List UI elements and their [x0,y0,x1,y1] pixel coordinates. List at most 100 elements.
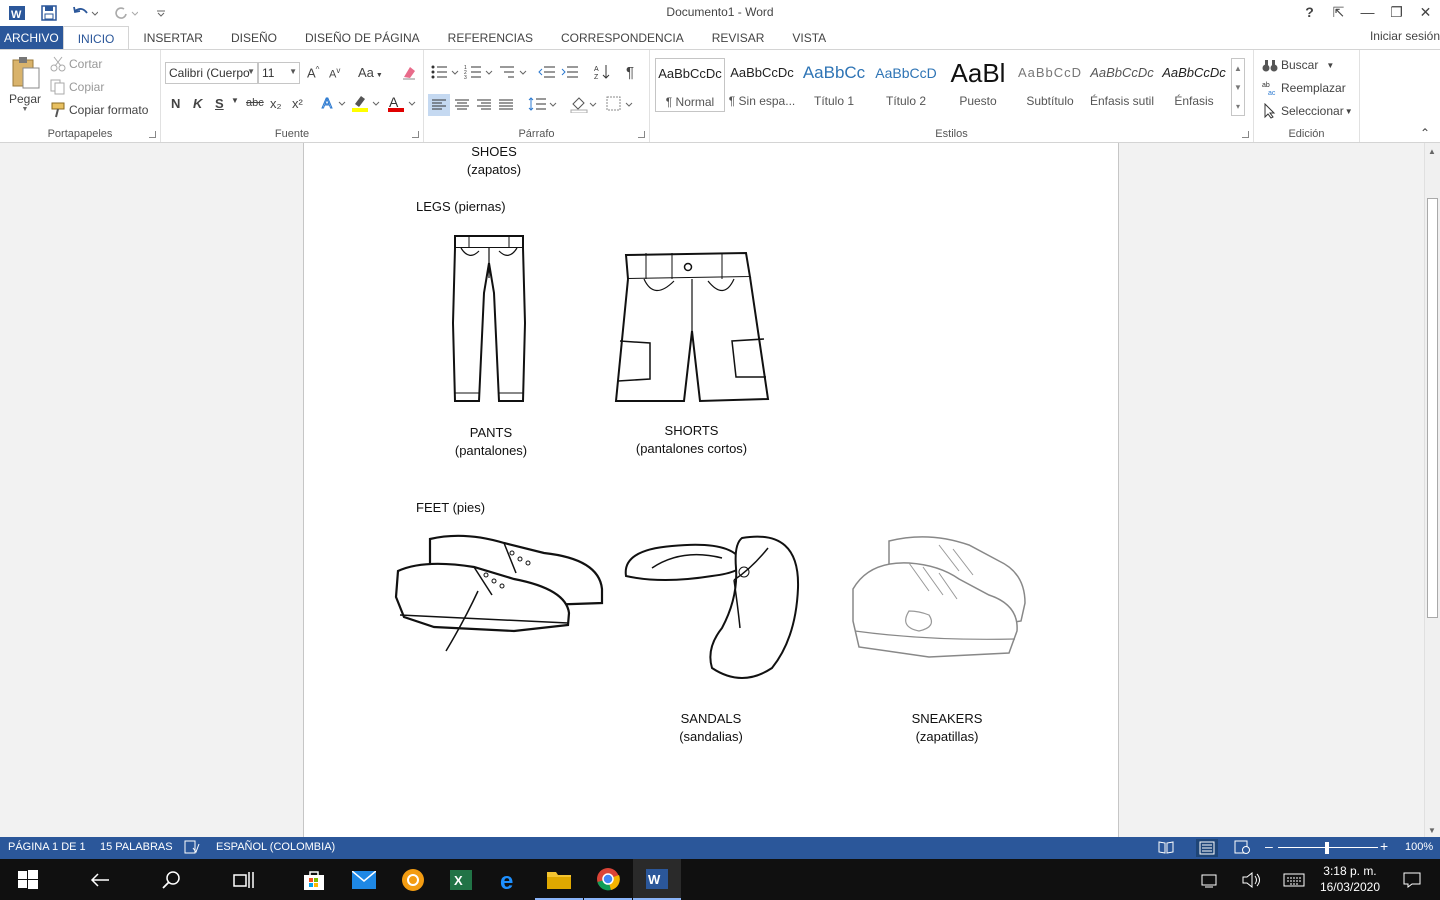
change-case-button[interactable]: Aa ▼ [358,65,383,80]
tab-revisar[interactable]: REVISAR [698,26,779,50]
bold-button[interactable]: N [171,96,180,111]
sneakers-image[interactable] [849,531,1029,670]
chrome-app[interactable] [584,859,632,900]
tab-correspondencia[interactable]: CORRESPONDENCIA [547,26,698,50]
numbering-icon[interactable]: 123 [464,64,494,83]
underline-button[interactable]: S [215,96,224,111]
replace-button[interactable]: ab ac Reemplazar [1262,80,1346,96]
superscript-button[interactable]: x² [292,96,303,111]
print-layout-icon[interactable] [1196,839,1218,857]
help-button[interactable]: ? [1295,0,1324,24]
scroll-up-icon[interactable]: ▲ [1428,147,1436,156]
shading-icon[interactable] [570,95,600,116]
multilevel-list-icon[interactable] [498,64,528,83]
avast-app[interactable] [389,859,437,900]
document-page[interactable]: LEGS (piernas) PANTS (pantalones) SHORTS… [303,143,1119,837]
back-button[interactable] [76,859,124,900]
vertical-scrollbar[interactable]: ▲ ▼ [1424,143,1440,837]
grow-font-button[interactable]: A^ [307,65,319,80]
language-indicator[interactable]: ESPAÑOL (COLOMBIA) [216,841,335,853]
align-left-icon[interactable] [428,94,450,116]
collapse-ribbon-icon[interactable]: ⌃ [1420,126,1430,140]
notifications-button[interactable] [1392,859,1432,900]
tab-vista[interactable]: VISTA [778,26,840,50]
line-spacing-icon[interactable] [528,96,558,115]
subscript-button[interactable]: x₂ [270,96,282,111]
tab-diseno[interactable]: DISEÑO [217,26,291,50]
clipboard-dialog-launcher[interactable] [149,131,156,138]
bullets-icon[interactable] [430,64,460,83]
format-painter-button[interactable]: Copiar formato [50,102,148,118]
shrink-font-button[interactable]: Av [329,66,340,81]
font-color-icon[interactable]: A [387,94,417,115]
style-heading-2[interactable]: AaBbCcD Título 2 [871,58,941,112]
task-view-button[interactable] [220,859,268,900]
align-center-icon[interactable] [454,97,470,116]
network-tray[interactable] [1190,859,1230,900]
font-size-combo[interactable]: 11 ▼ [258,62,300,84]
style-emphasis[interactable]: AaBbCcDc Énfasis [1159,58,1229,112]
clock[interactable]: 3:18 p. m. 16/03/2020 [1320,863,1380,895]
borders-icon[interactable] [606,96,636,115]
paragraph-dialog-launcher[interactable] [638,131,645,138]
page-count[interactable]: PÁGINA 1 DE 1 [8,841,86,853]
tab-archivo[interactable]: ARCHIVO [0,26,63,50]
text-effects-icon[interactable]: A [321,94,347,115]
font-family-combo[interactable]: Calibri (Cuerpo ▼ [165,62,258,84]
show-formatting-marks-button[interactable]: ¶ [626,64,634,81]
style-heading-1[interactable]: AaBbCc Título 1 [799,58,869,112]
mail-app[interactable] [340,859,388,900]
tab-insertar[interactable]: INSERTAR [129,26,217,50]
style-no-spacing[interactable]: AaBbCcDc ¶ Sin espa... [727,58,797,112]
tab-diseno-de-pagina[interactable]: DISEÑO DE PÁGINA [291,26,434,50]
proofing-icon[interactable] [184,840,200,857]
close-button[interactable]: ✕ [1411,0,1440,24]
zoom-out-button[interactable]: – [1265,838,1273,854]
tab-referencias[interactable]: REFERENCIAS [434,26,547,50]
zoom-in-button[interactable]: + [1380,838,1388,854]
decrease-indent-icon[interactable] [538,64,556,83]
style-title[interactable]: AaBl Puesto [943,58,1013,112]
cut-button[interactable]: Cortar [50,56,102,72]
align-right-icon[interactable] [476,97,492,116]
style-subtle-emphasis[interactable]: AaBbCcDc Énfasis sutil [1087,58,1157,112]
read-mode-icon[interactable] [1158,840,1174,857]
justify-icon[interactable] [498,97,514,116]
styles-gallery-scroll[interactable]: ▲ ▼ ▾ [1231,58,1245,116]
italic-button[interactable]: K [193,96,202,111]
word-count[interactable]: 15 PALABRAS [100,841,173,853]
font-dialog-launcher[interactable] [412,131,419,138]
shoes-image[interactable] [394,531,606,660]
sign-in-link[interactable]: Iniciar sesión [1370,29,1440,43]
increase-indent-icon[interactable] [561,64,579,83]
word-app[interactable]: W [633,859,681,900]
store-app[interactable] [290,859,338,900]
excel-app[interactable]: X [437,859,485,900]
tab-inicio[interactable]: INICIO [62,26,130,51]
edge-app[interactable]: e [487,859,535,900]
select-button[interactable]: Seleccionar ▼ [1262,103,1353,119]
styles-dialog-launcher[interactable] [1242,131,1249,138]
sort-icon[interactable]: AZ [594,63,612,84]
restore-button[interactable]: ❐ [1382,0,1411,24]
shorts-image[interactable] [614,251,772,410]
copy-button[interactable]: Copiar [50,79,104,95]
scroll-down-icon[interactable]: ▼ [1428,826,1436,835]
volume-tray[interactable] [1232,859,1272,900]
ribbon-display-options-button[interactable]: ⇱ [1324,0,1353,24]
pants-image[interactable] [449,233,529,408]
sandals-image[interactable] [622,528,802,683]
highlight-color-icon[interactable] [351,94,381,115]
zoom-level[interactable]: 100% [1405,841,1433,853]
file-explorer-app[interactable] [535,859,583,900]
search-button[interactable] [148,859,196,900]
web-layout-icon[interactable] [1234,840,1250,857]
find-button[interactable]: Buscar ▼ [1262,57,1334,73]
style-subtitle[interactable]: AaBbCcD Subtítulo [1015,58,1085,112]
paste-button[interactable]: Pegar ▼ [6,56,44,113]
zoom-slider-thumb[interactable] [1325,842,1329,854]
minimize-button[interactable]: — [1353,0,1382,24]
keyboard-tray[interactable] [1274,859,1314,900]
start-button[interactable] [4,859,52,900]
strikethrough-button[interactable]: abc [246,97,264,109]
